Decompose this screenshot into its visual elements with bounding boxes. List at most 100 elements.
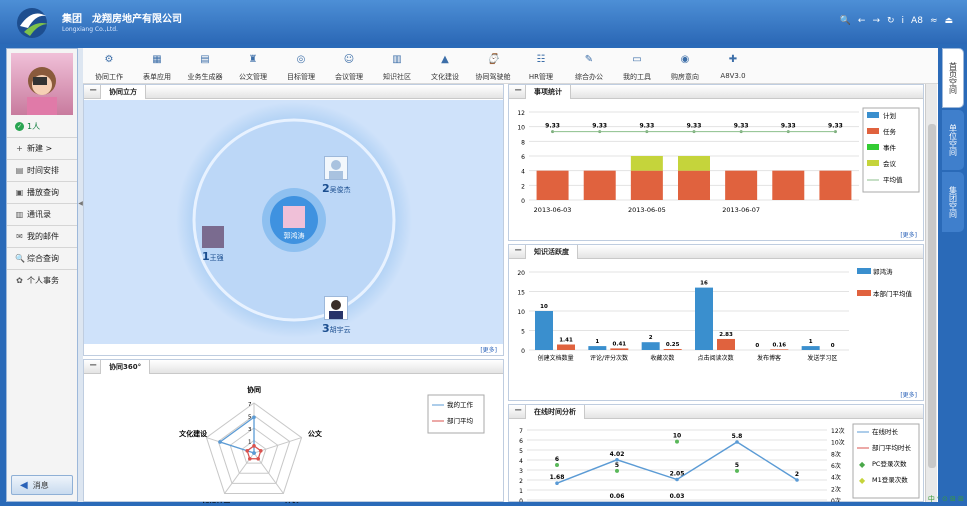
bar-label: 0 <box>755 343 759 349</box>
colleague-3-name: 胡宇云 <box>329 326 351 334</box>
toolbar-item[interactable]: ☷ HR管理 <box>519 50 563 82</box>
header-tool-6-icon[interactable]: ≈ <box>930 16 938 26</box>
more-link[interactable]: [更多] <box>900 390 917 399</box>
tab-unit-space[interactable]: 单位空间 <box>942 110 964 170</box>
legend: 在线时长部门平均时长 ◆ PC登录次数 ◆ M1登录次数 <box>852 423 920 499</box>
module-icon: ⌚ <box>486 54 500 65</box>
left-menu-item[interactable]: ▣ 播放查询 <box>7 181 77 203</box>
colleague-1: 1王强 <box>202 250 224 263</box>
colleague-2-name: 吴俊杰 <box>329 186 351 194</box>
bar-label: 1 <box>595 339 599 345</box>
toolbar-item[interactable]: ◉ 购房意向 <box>663 50 707 82</box>
header-tools: 🔍 ← → ↻ i A8 ≈ ⏏ <box>840 16 953 26</box>
colleague-2-avatar[interactable] <box>324 156 348 180</box>
toolbar-item[interactable]: ⚙ 协同工作 <box>87 50 131 82</box>
y-tick-label: 2 <box>521 183 525 190</box>
toolbar-item[interactable]: ▭ 我的工具 <box>615 50 659 82</box>
toolbar-item[interactable]: ⌚ 协同驾驶舱 <box>471 50 515 82</box>
pc-label: 5 <box>735 462 739 469</box>
legend-swatch: ◆ <box>859 476 866 485</box>
tab-group-space[interactable]: 集团空间 <box>942 172 964 232</box>
bar-label: 0.16 <box>773 342 787 348</box>
panel-title: 协同立方 <box>100 85 146 99</box>
collapse-button[interactable]: − <box>514 245 522 257</box>
collapse-button[interactable]: − <box>514 405 522 417</box>
y-tick-label: 0 <box>519 498 523 502</box>
bar-label: 16 <box>700 281 708 287</box>
menu-label: 个人事务 <box>27 276 59 285</box>
task-bar <box>819 170 852 200</box>
y-tick-label: 7 <box>519 428 523 435</box>
legend-label: 部门平均 <box>447 416 474 425</box>
toolbar-item[interactable]: ♜ 公文管理 <box>231 50 275 82</box>
menu-icon: ✿ <box>16 276 23 285</box>
system-tray[interactable]: 中 ᶜ ⊙ ⊞ ⊞ <box>928 494 964 504</box>
scrollbar[interactable] <box>925 84 937 502</box>
task-bar <box>725 170 758 200</box>
legend-label: M1登录次数 <box>872 475 908 484</box>
center-avatar[interactable] <box>283 206 305 228</box>
y-tick-label: 6 <box>521 154 525 161</box>
legend-swatch <box>857 268 871 274</box>
x-tick-label: 发布博客 <box>757 354 781 362</box>
menu-label: 时间安排 <box>27 166 59 175</box>
header-tool-5-icon[interactable]: A8 <box>911 16 923 26</box>
collapse-button[interactable]: − <box>89 85 97 97</box>
module-icon: ◎ <box>296 54 306 65</box>
toolbar-item[interactable]: ▤ 业务生成器 <box>183 50 227 82</box>
user-photo[interactable] <box>11 53 73 115</box>
menu-label: 我的邮件 <box>27 232 59 241</box>
more-link[interactable]: [更多] <box>900 230 917 239</box>
module-label: 协同驾驶舱 <box>475 73 511 81</box>
message-button[interactable]: ◀ 消息 <box>11 475 73 495</box>
task-bar <box>630 170 663 200</box>
left-menu-item[interactable]: 🔍 综合查询 <box>7 247 77 269</box>
legend-label: 会议 <box>883 159 897 168</box>
scroll-thumb[interactable] <box>928 124 936 468</box>
toolbar-item[interactable]: ☺ 会议管理 <box>327 50 371 82</box>
toolbar-item[interactable]: ▥ 知识社区 <box>375 50 419 82</box>
axis-label: 文化建设 <box>179 429 208 438</box>
header-tool-4-icon[interactable]: i <box>902 16 905 26</box>
left-menu-item[interactable]: ▥ 通讯录 <box>7 203 77 225</box>
left-menu-item[interactable]: ▤ 时间安排 <box>7 159 77 181</box>
collapse-button[interactable]: − <box>89 360 97 372</box>
toolbar-item[interactable]: ✎ 综合办公 <box>567 50 611 82</box>
collapse-button[interactable]: − <box>514 85 522 97</box>
avg-bar <box>770 349 789 350</box>
bar-label: 0.25 <box>666 342 680 348</box>
toolbar-item[interactable]: ✚ A8V3.0 <box>711 50 755 80</box>
module-icon: ▦ <box>152 54 162 65</box>
online-count: 1人 <box>27 122 41 131</box>
avg-bar <box>557 344 575 350</box>
panel-title: 事项统计 <box>525 85 571 99</box>
user-bar <box>588 346 607 350</box>
toolbar-item[interactable]: ▲ 文化建设 <box>423 50 467 82</box>
y2-tick-label: 10次 <box>831 439 845 447</box>
bar-label: 2 <box>649 335 653 341</box>
header-tool-7-icon[interactable]: ⏏ <box>944 16 953 26</box>
y-tick-label: 4 <box>521 169 525 176</box>
colleague-1-avatar[interactable] <box>202 226 224 248</box>
header-tool-0-icon[interactable]: 🔍 <box>840 16 851 26</box>
module-label: 知识社区 <box>383 73 411 81</box>
header-tool-2-icon[interactable]: → <box>872 16 880 26</box>
legend-label: 任务 <box>883 127 897 136</box>
left-menu-item[interactable]: ✉ 我的邮件 <box>7 225 77 247</box>
tab-home-space[interactable]: 首页空间 <box>942 48 964 108</box>
pc-label: 5 <box>615 462 619 469</box>
colleague-3-avatar[interactable] <box>324 296 348 320</box>
left-menu-item[interactable]: + 新建 > <box>7 137 77 159</box>
avatar <box>27 67 57 115</box>
more-link[interactable]: [更多] <box>480 345 497 354</box>
toolbar-item[interactable]: ▦ 表单应用 <box>135 50 179 82</box>
bar-label: 1 <box>809 339 813 345</box>
left-menu-item[interactable]: ✿ 个人事务 <box>7 269 77 291</box>
x-tick-label: 点击阅读次数 <box>698 354 734 362</box>
toolbar-item[interactable]: ◎ 目标管理 <box>279 50 323 82</box>
y2-tick-label: 4次 <box>831 474 841 482</box>
task-bar <box>772 170 805 200</box>
low-label: 0.06 <box>610 493 625 500</box>
header-tool-1-icon[interactable]: ← <box>858 16 866 26</box>
header-tool-3-icon[interactable]: ↻ <box>887 16 895 26</box>
